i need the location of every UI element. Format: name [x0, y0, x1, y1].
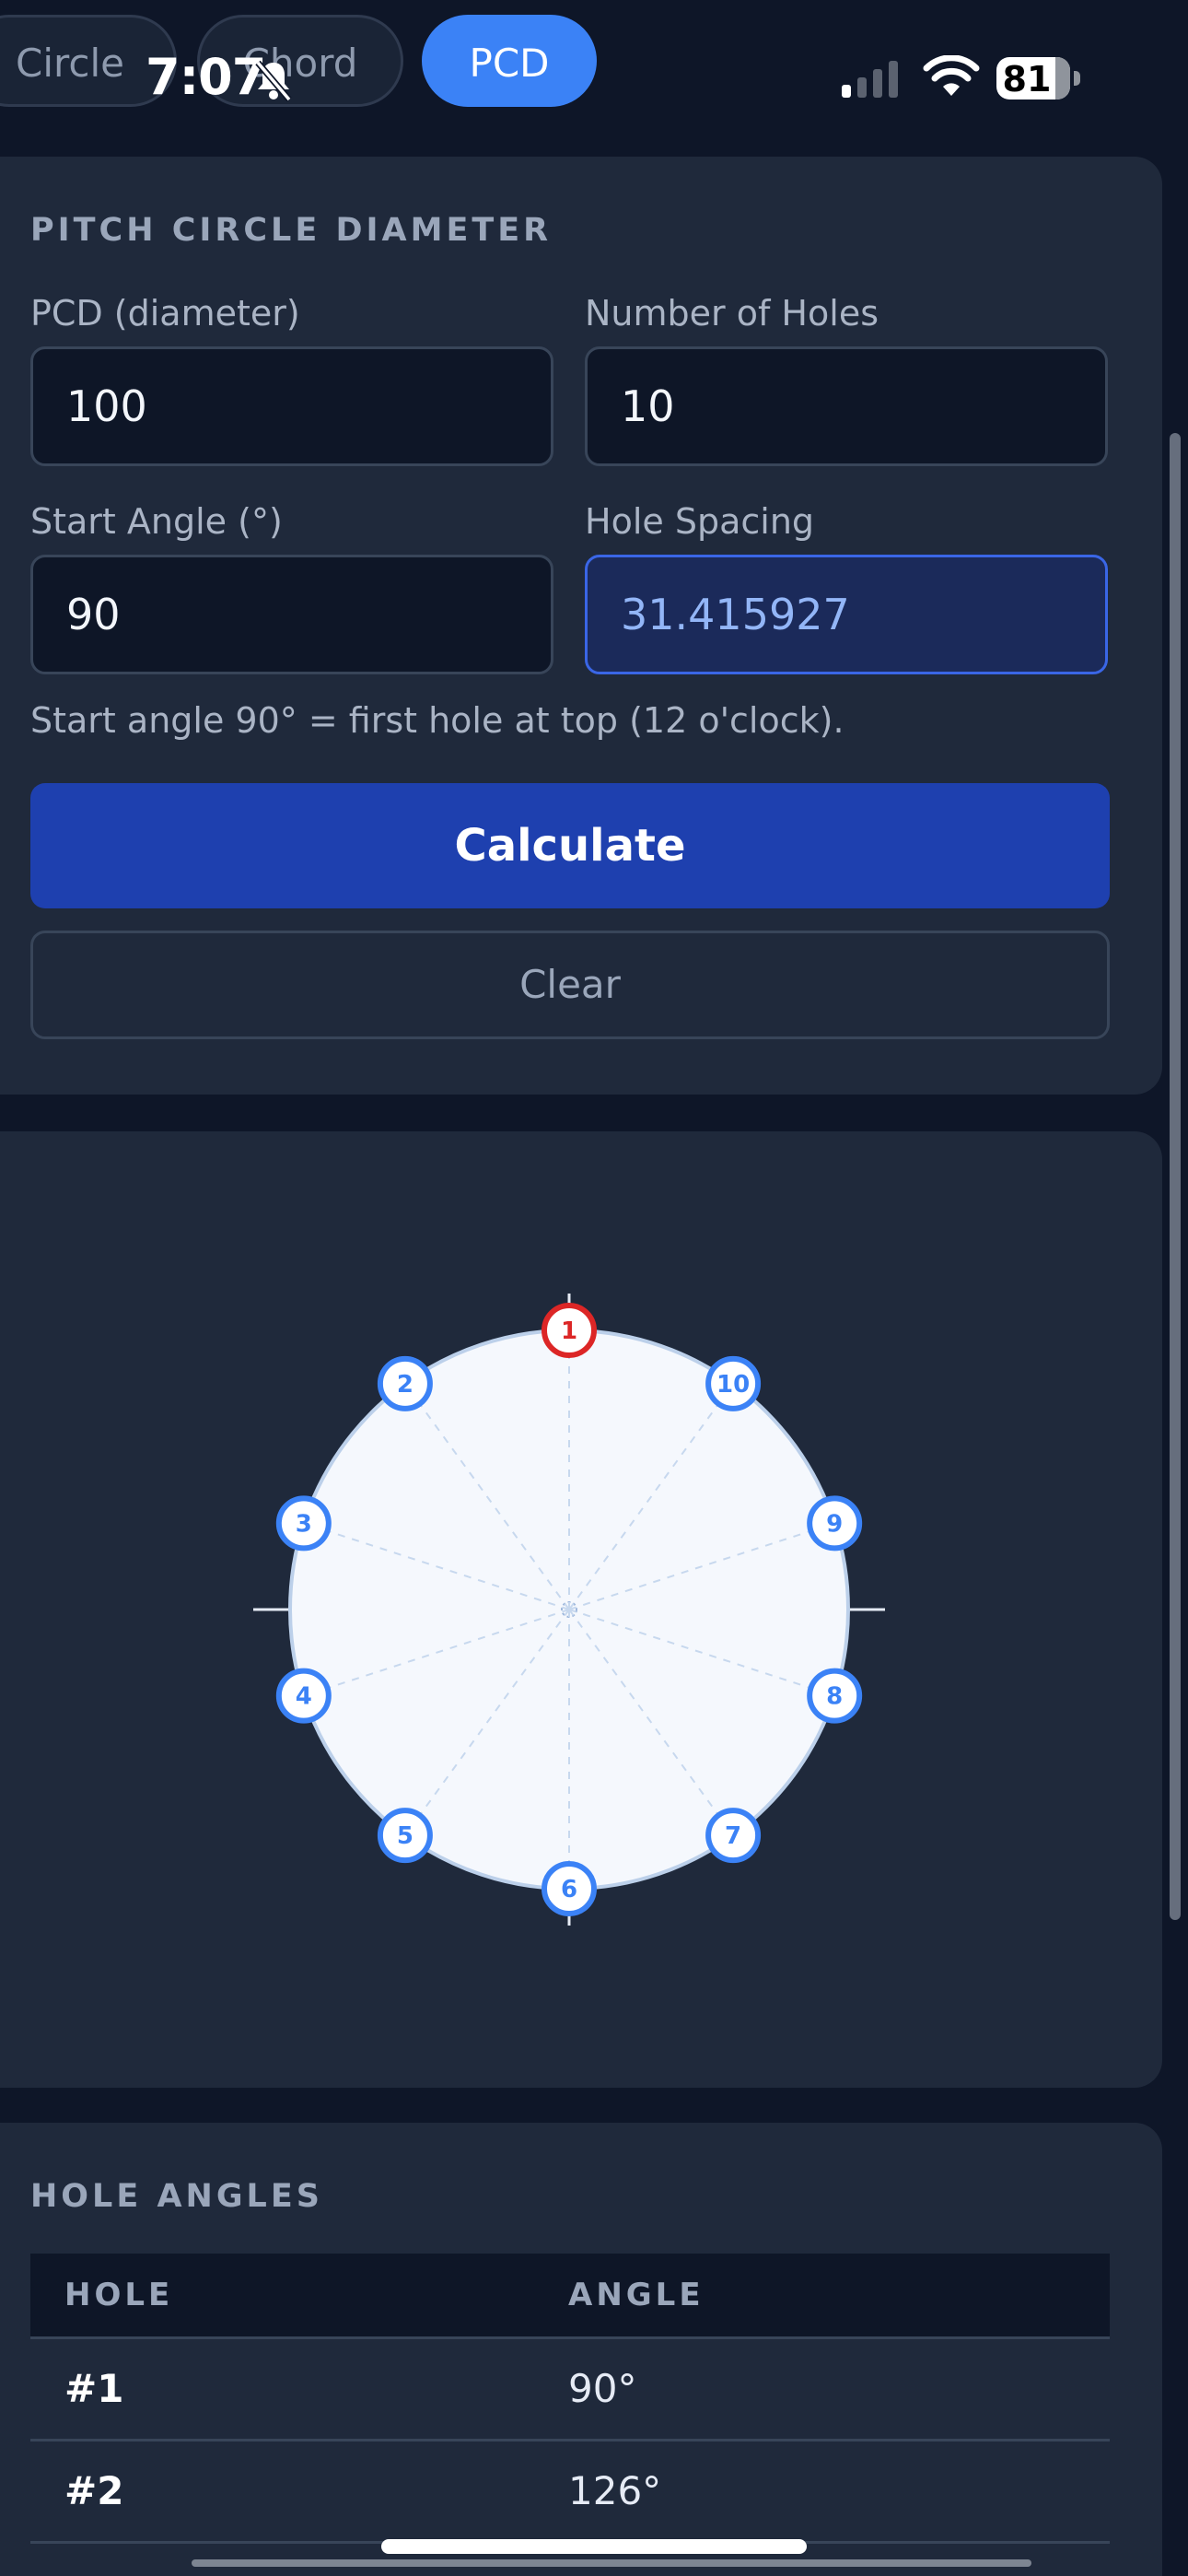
- home-indicator[interactable]: [381, 2539, 807, 2554]
- column-header-angle: ANGLE: [568, 2277, 705, 2313]
- battery-level: 81: [1002, 59, 1052, 100]
- angle-cell: 126°: [568, 2468, 662, 2513]
- pcd-diagram: 1 2 3 4 5 6 7 8 9 10: [253, 1294, 885, 1926]
- hole-label-7: 7: [725, 1822, 741, 1850]
- pcd-calculator-screen: 7:07 81 Circle Chord PCD PITCH CIRCLE DI…: [0, 0, 1188, 2576]
- hole-angles-card: HOLE ANGLES HOLE ANGLE #1 90° #2 126° #3…: [0, 2123, 1162, 2576]
- clear-button[interactable]: Clear: [30, 931, 1110, 1039]
- status-time: 7:07: [146, 48, 266, 106]
- table-title: HOLE ANGLES: [30, 2178, 323, 2215]
- start-angle-hint: Start angle 90° = first hole at top (12 …: [30, 700, 844, 741]
- spacing-output[interactable]: 31.415927: [585, 555, 1108, 674]
- pcd-input[interactable]: 100: [30, 346, 553, 466]
- hole-label-4: 4: [296, 1683, 312, 1711]
- hole-label-10: 10: [716, 1371, 750, 1399]
- wifi-icon: [923, 55, 980, 96]
- calculate-button[interactable]: Calculate: [30, 783, 1110, 908]
- hole-label-2: 2: [397, 1371, 413, 1399]
- section-title: PITCH CIRCLE DIAMETER: [30, 212, 553, 249]
- hole-label-9: 9: [826, 1510, 843, 1538]
- hole-label-3: 3: [296, 1510, 312, 1538]
- column-header-hole: HOLE: [64, 2277, 174, 2313]
- table-row: #2 126°: [30, 2441, 1110, 2544]
- pcd-diagram-card: 1 2 3 4 5 6 7 8 9 10: [0, 1131, 1162, 2088]
- vertical-scrollbar[interactable]: [1170, 433, 1181, 1920]
- horizontal-scrollbar[interactable]: [192, 2559, 1031, 2567]
- holes-label: Number of Holes: [585, 293, 879, 334]
- spacing-label: Hole Spacing: [585, 501, 815, 542]
- hole-label-5: 5: [397, 1822, 413, 1850]
- hole-label-6: 6: [561, 1876, 577, 1903]
- hole-label-1: 1: [561, 1317, 577, 1345]
- holes-input[interactable]: 10: [585, 346, 1108, 466]
- status-bar: 7:07 81: [0, 0, 1188, 147]
- start-angle-label: Start Angle (°): [30, 501, 283, 542]
- angle-cell: 90°: [568, 2366, 637, 2411]
- hole-angles-table: HOLE ANGLE #1 90° #2 126° #3 162°: [30, 2254, 1110, 2576]
- battery-indicator: 81: [996, 57, 1081, 101]
- table-header: HOLE ANGLE: [30, 2254, 1110, 2339]
- hole-label-8: 8: [826, 1683, 843, 1711]
- hole-cell: #2: [64, 2468, 124, 2513]
- cellular-signal-icon: [842, 61, 898, 98]
- bell-slash-icon: [255, 60, 292, 102]
- pcd-form-card: PITCH CIRCLE DIAMETER PCD (diameter) 100…: [0, 157, 1162, 1095]
- start-angle-input[interactable]: 90: [30, 555, 553, 674]
- hole-cell: #1: [64, 2366, 124, 2411]
- pcd-label: PCD (diameter): [30, 293, 300, 334]
- table-row: #1 90°: [30, 2339, 1110, 2441]
- hole-cell: #3: [64, 2544, 123, 2576]
